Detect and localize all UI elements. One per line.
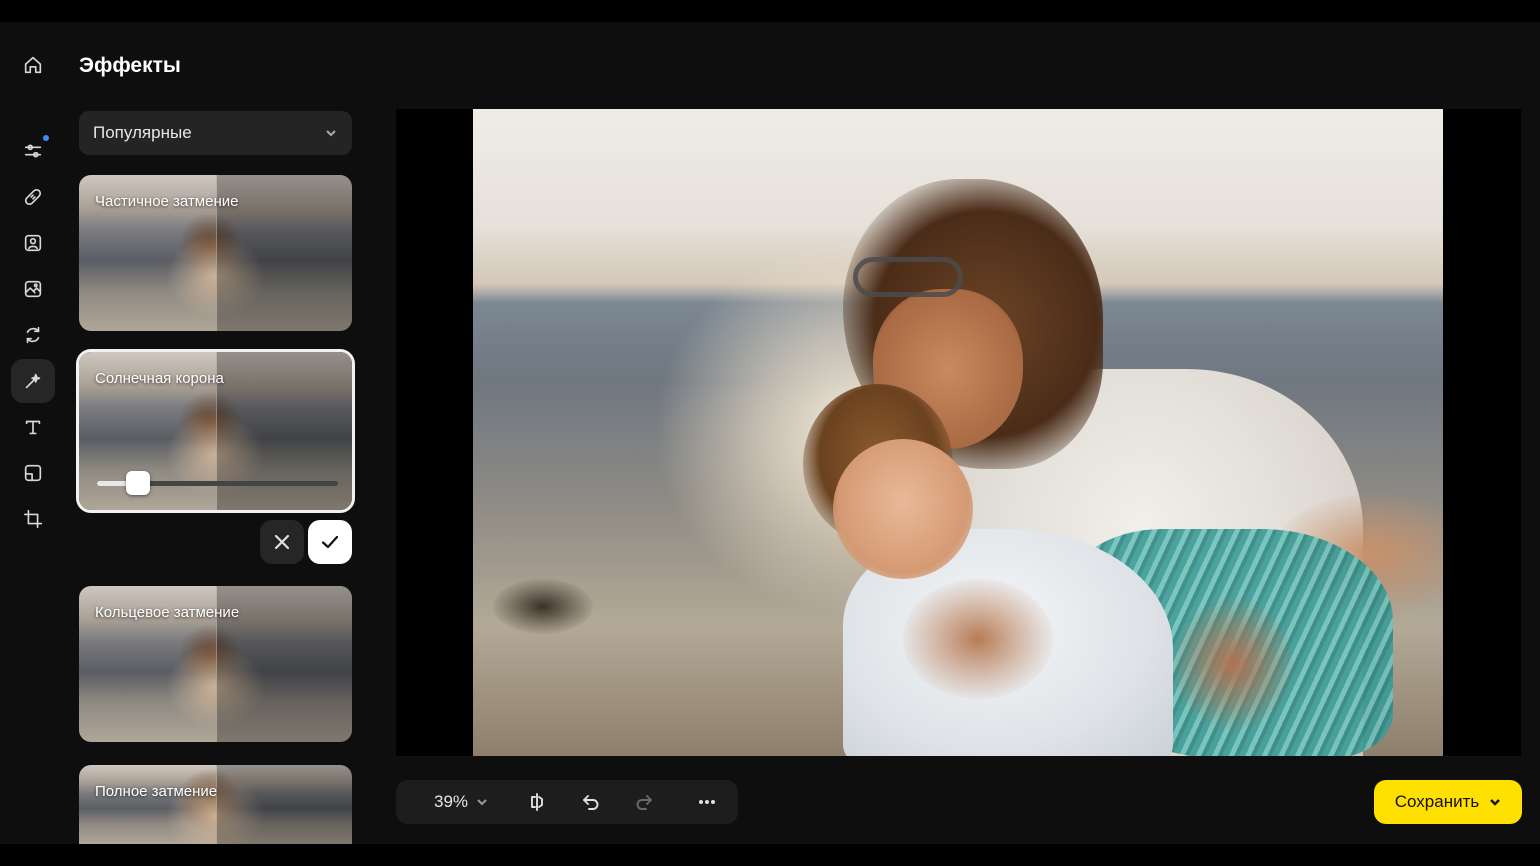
refresh-icon xyxy=(26,326,40,344)
photo-editor: Эффекты Популярные Частичное затмение Со… xyxy=(0,22,1540,844)
panel-title: Эффекты xyxy=(79,54,181,77)
frame-icon xyxy=(24,464,42,482)
chevron-down-icon xyxy=(1490,799,1501,806)
photo-hands xyxy=(1173,599,1293,729)
edited-photo[interactable] xyxy=(473,109,1443,756)
effect-card-partial-eclipse[interactable]: Частичное затмение xyxy=(79,175,352,331)
home-icon xyxy=(24,56,42,74)
rail-effects[interactable] xyxy=(11,359,55,403)
photo-sunglasses xyxy=(853,257,963,297)
rail-adjustments[interactable] xyxy=(11,129,55,173)
save-button[interactable]: Сохранить xyxy=(1374,780,1522,824)
category-selected: Популярные xyxy=(93,123,192,142)
effect-name: Частичное затмение xyxy=(95,193,239,210)
rail-replace[interactable] xyxy=(11,313,55,357)
more-button[interactable] xyxy=(693,788,721,816)
notification-dot xyxy=(43,135,49,141)
undo-button[interactable] xyxy=(577,788,605,816)
redo-icon xyxy=(636,795,652,810)
save-label: Сохранить xyxy=(1394,792,1480,811)
rail-crop[interactable] xyxy=(11,497,55,541)
before-after-divider xyxy=(215,352,352,510)
apply-effect-button[interactable] xyxy=(308,520,352,564)
sliders-icon xyxy=(24,144,42,158)
effect-name: Кольцевое затмение xyxy=(95,604,240,621)
zoom-level: 39% xyxy=(434,792,469,811)
magic-wand-icon xyxy=(25,373,41,389)
photo-hands xyxy=(903,579,1053,699)
compare-icon xyxy=(531,793,543,811)
crop-icon xyxy=(23,509,43,529)
chevron-down-icon xyxy=(326,130,336,137)
portrait-icon xyxy=(24,234,42,252)
effect-name: Солнечная корона xyxy=(95,370,224,387)
zoom-dropdown[interactable]: 39% xyxy=(434,780,488,824)
image-edit-icon xyxy=(24,280,42,298)
tool-rail xyxy=(0,22,66,844)
rail-frame[interactable] xyxy=(11,451,55,495)
effect-card-solar-corona[interactable]: Солнечная корона xyxy=(76,349,355,513)
rail-retouch[interactable] xyxy=(11,175,55,219)
close-icon xyxy=(274,534,290,550)
intensity-slider-handle[interactable] xyxy=(125,471,150,495)
photo-child-face xyxy=(833,439,973,579)
rail-image-edit[interactable] xyxy=(11,267,55,311)
bandage-icon xyxy=(24,188,42,206)
before-after-divider xyxy=(215,765,352,844)
cancel-effect-button[interactable] xyxy=(260,520,304,564)
rail-text[interactable] xyxy=(11,405,55,449)
rail-home[interactable] xyxy=(11,43,55,87)
category-dropdown[interactable]: Популярные xyxy=(79,111,352,155)
rail-portrait[interactable] xyxy=(11,221,55,265)
undo-icon xyxy=(583,795,599,810)
compare-button[interactable] xyxy=(523,788,551,816)
editor-canvas[interactable] xyxy=(396,109,1521,756)
text-icon xyxy=(25,420,41,435)
effect-card-total-eclipse[interactable]: Полное затмение xyxy=(79,765,352,844)
more-icon xyxy=(699,800,715,804)
chevron-down-icon xyxy=(477,799,487,806)
check-icon xyxy=(321,535,339,549)
effect-card-annular-eclipse[interactable]: Кольцевое затмение xyxy=(79,586,352,742)
canvas-toolbar: 39% xyxy=(396,780,738,824)
redo-button[interactable] xyxy=(630,788,658,816)
photo-rock xyxy=(493,579,593,634)
effect-name: Полное затмение xyxy=(95,783,218,800)
